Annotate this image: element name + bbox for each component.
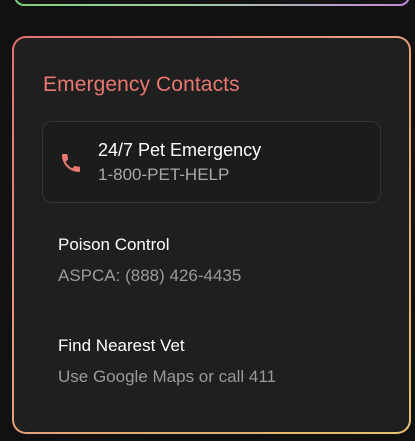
poison-control-title: Poison Control (58, 235, 170, 254)
phone-icon (62, 154, 80, 172)
find-vet-detail: Use Google Maps or call 411 (58, 367, 276, 386)
poison-control-number[interactable]: ASPCA: (888) 426-4435 (58, 266, 241, 286)
card-title: Emergency Contacts (43, 73, 240, 96)
emergency-phone-number[interactable]: 1-800-PET-HELP (98, 165, 229, 185)
emergency-contacts-card: Emergency Contacts 24/7 Pet Emergency 1-… (12, 36, 411, 434)
previous-card-edge (14, 0, 410, 6)
find-vet-title: Find Nearest Vet (58, 336, 185, 355)
emergency-title: 24/7 Pet Emergency (98, 140, 262, 160)
pet-emergency-hotline[interactable]: 24/7 Pet Emergency 1-800-PET-HELP (42, 121, 381, 203)
